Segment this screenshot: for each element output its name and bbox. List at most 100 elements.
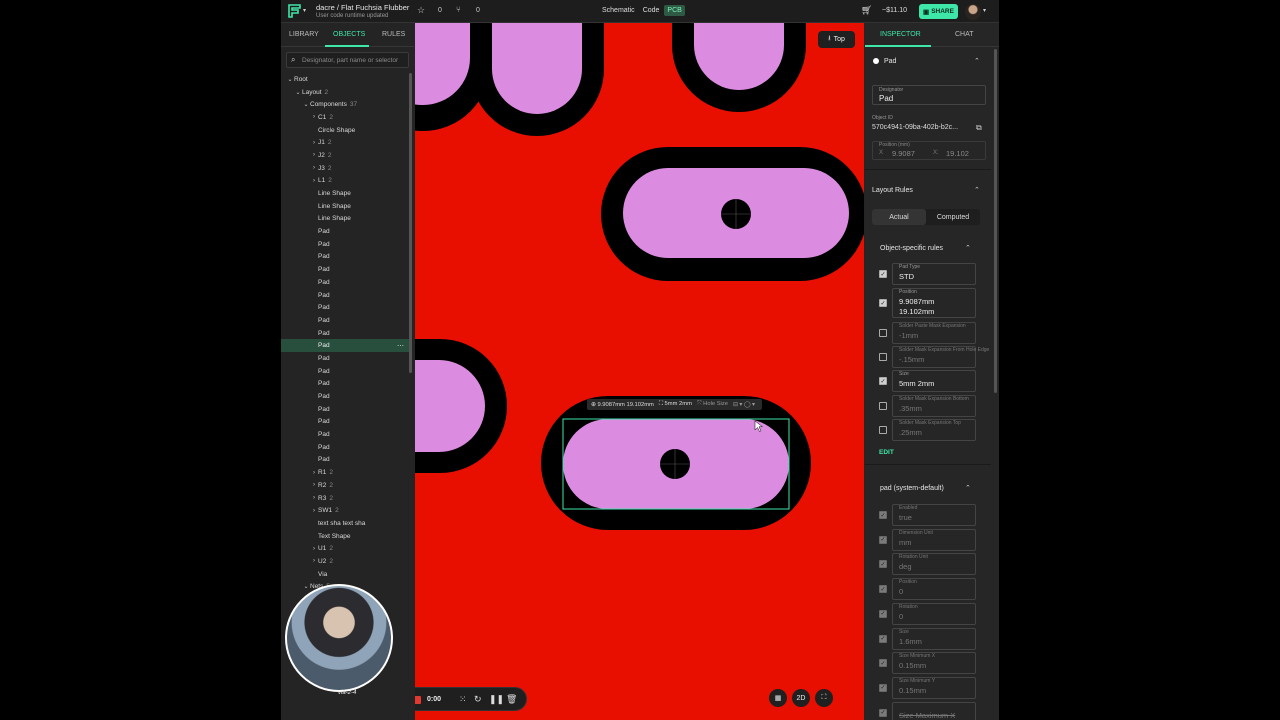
project-title[interactable]: dacre / Flat Fuchsia Flubber (316, 3, 409, 12)
chevron-down-icon[interactable]: ⌄ (302, 583, 310, 590)
rule-checkbox[interactable] (879, 426, 887, 434)
delete-icon[interactable]: 🗑︎ (506, 694, 517, 705)
tree-item[interactable]: ⌄ Layout 2 (281, 86, 409, 99)
tree-item[interactable]: Pad (281, 416, 409, 429)
rule-checkbox[interactable] (879, 402, 887, 410)
designator-field[interactable]: Designator Pad (872, 85, 986, 105)
tree-item[interactable]: Pad (281, 301, 409, 314)
star-icon[interactable]: ☆ (417, 5, 425, 16)
tree-item[interactable]: › C1 2 (281, 111, 409, 124)
tree-item[interactable]: Line Shape (281, 187, 409, 200)
tree-item[interactable]: text sha text sha (281, 517, 409, 530)
rule-checkbox[interactable] (879, 353, 887, 361)
inspector-scrollbar[interactable] (994, 49, 997, 393)
collapse-layout-rules-icon[interactable]: ⌃ (974, 186, 980, 194)
chevron-right-icon[interactable]: › (310, 546, 318, 552)
tree-item[interactable]: Circle Shape (281, 124, 409, 137)
cart-icon[interactable]: 🛒︎ (861, 5, 872, 16)
chevron-down-icon[interactable]: ⌄ (286, 76, 294, 83)
collapse-object-rules-icon[interactable]: ⌃ (965, 244, 971, 252)
edit-rules-button[interactable]: EDIT (879, 449, 894, 456)
tree-item[interactable]: Pad (281, 251, 409, 264)
seg-computed[interactable]: Computed (926, 209, 980, 225)
tree-scrollbar[interactable] (409, 73, 412, 373)
tree-item[interactable]: › R1 2 (281, 466, 409, 479)
seg-actual[interactable]: Actual (872, 209, 926, 225)
copy-icon[interactable]: ⧉ (976, 123, 982, 133)
tree-item[interactable]: Pad (281, 403, 409, 416)
mode-pcb[interactable]: PCB (664, 5, 685, 16)
mode-schematic[interactable]: Schematic (599, 5, 638, 16)
rule-field[interactable]: Solder Paste Mask Expansion -1mm (892, 322, 976, 344)
chevron-right-icon[interactable]: › (310, 140, 318, 146)
chevron-right-icon[interactable]: › (310, 495, 318, 501)
avatar-caret-icon[interactable]: ▾ (983, 7, 986, 14)
chevron-right-icon[interactable]: › (310, 152, 318, 158)
fullscreen-button[interactable]: ⛶ (815, 689, 833, 707)
view-mode-button[interactable]: 2D (792, 689, 810, 707)
rule-checkbox[interactable]: ✓ (879, 270, 887, 278)
tree-item[interactable]: Pad (281, 327, 409, 340)
tab-chat[interactable]: CHAT (955, 31, 974, 38)
tree-item[interactable]: Text Shape (281, 530, 409, 543)
tree-item[interactable]: Pad (281, 263, 409, 276)
view-side-button[interactable]: ⭳ Top (818, 31, 855, 48)
pad-top-2[interactable] (492, 23, 582, 114)
tree-item[interactable]: Pad (281, 238, 409, 251)
tree-item[interactable]: Line Shape (281, 213, 409, 226)
tree-item[interactable]: Pad (281, 378, 409, 391)
tree-item[interactable]: Pad (281, 365, 409, 378)
tree-item[interactable]: › R3 2 (281, 492, 409, 505)
tree-item[interactable]: › L1 2 (281, 175, 409, 188)
restart-icon[interactable]: ↻ (474, 694, 482, 705)
rule-field[interactable]: Size 5mm 2mm (892, 370, 976, 392)
rule-checkbox[interactable]: ✓ (879, 299, 887, 307)
tree-item[interactable]: Pad (281, 441, 409, 454)
chevron-right-icon[interactable]: › (310, 470, 318, 476)
rule-checkbox[interactable]: ✓ (879, 377, 887, 385)
rule-field[interactable]: Pad Type STD (892, 263, 976, 285)
tree-item[interactable]: Pad (281, 390, 409, 403)
tree-item[interactable]: Pad ⋯ (281, 339, 409, 353)
tree-item[interactable]: › R2 2 (281, 479, 409, 492)
rule-field[interactable]: Solder Mask Expansion From Hole Edge -.15… (892, 346, 989, 368)
chevron-right-icon[interactable]: › (310, 114, 318, 120)
chevron-right-icon[interactable]: › (310, 558, 318, 564)
tab-objects[interactable]: OBJECTS (333, 31, 365, 38)
more-options-icon[interactable]: ⋯ (397, 342, 404, 350)
chevron-right-icon[interactable]: › (310, 178, 318, 184)
tree-item[interactable]: Pad (281, 314, 409, 327)
pause-icon[interactable]: ❚❚ (489, 694, 504, 705)
tree-item[interactable]: Pad (281, 352, 409, 365)
tree-item[interactable]: › J2 2 (281, 149, 409, 162)
grid-toggle-button[interactable]: ▦ (769, 689, 787, 707)
rule-field[interactable]: Solder Mask Expansion Bottom .35mm (892, 395, 976, 417)
tree-item[interactable]: Pad (281, 428, 409, 441)
chevron-down-icon[interactable]: ⌄ (302, 101, 310, 108)
tab-library[interactable]: LIBRARY (289, 31, 319, 38)
tree-item[interactable]: › SW1 2 (281, 504, 409, 517)
tree-item[interactable]: Pad (281, 454, 409, 467)
tree-item[interactable]: ⌄ Root (281, 73, 409, 86)
tree-item[interactable]: › J1 2 (281, 136, 409, 149)
app-logo-icon[interactable] (287, 3, 303, 19)
logo-caret-icon[interactable]: ▾ (303, 7, 306, 14)
collapse-system-rules-icon[interactable]: ⌃ (965, 484, 971, 492)
rule-field[interactable]: Position 9.9087mm 19.102mm (892, 288, 976, 318)
collapse-object-icon[interactable]: ⌃ (974, 57, 980, 65)
chevron-right-icon[interactable]: › (310, 508, 318, 514)
share-button[interactable]: ▣ SHARE (919, 4, 958, 19)
tab-rules[interactable]: RULES (382, 31, 405, 38)
rule-field[interactable]: Solder Mask Expansion Top .25mm (892, 419, 976, 441)
grid-dots-icon[interactable]: ⁙ (459, 694, 467, 705)
avatar[interactable] (965, 4, 981, 20)
pcb-canvas[interactable]: ⭳ Top ⊕ 9.9087mm 19.102mm ⛶ 5mm 2mm ⤧ Ho… (415, 23, 864, 720)
tree-item[interactable]: ⌄ Components 37 (281, 98, 409, 111)
search-input[interactable] (302, 55, 407, 66)
tree-item[interactable]: Pad (281, 225, 409, 238)
tree-item[interactable]: Pad (281, 276, 409, 289)
record-stop-icon[interactable] (415, 696, 421, 704)
tree-item[interactable]: › J3 2 (281, 162, 409, 175)
tree-item[interactable]: › U2 2 (281, 555, 409, 568)
tree-item[interactable]: › U1 2 (281, 542, 409, 555)
